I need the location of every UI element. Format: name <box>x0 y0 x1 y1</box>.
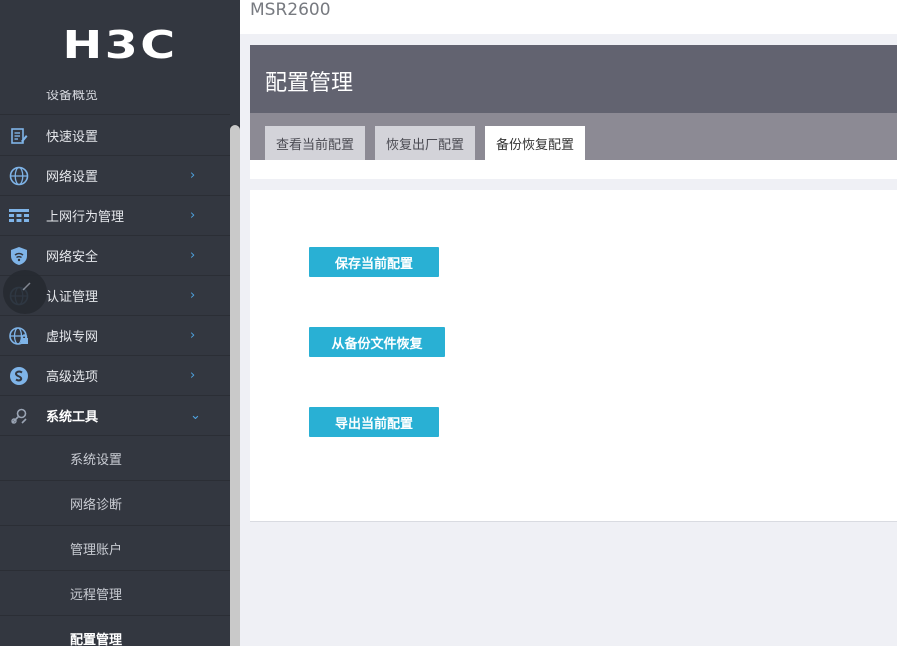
sidebar-subitem-label: 配置管理 <box>70 632 123 646</box>
brand-logo: H3C <box>0 0 240 90</box>
chevron-right-icon: › <box>190 248 196 263</box>
tab-content-strip <box>250 160 897 179</box>
tools-icon <box>9 406 29 426</box>
sidebar-item-system-tools[interactable]: 系统工具 ⌄ <box>0 396 230 436</box>
sidebar: H3C 设备概览 快速设置 网络设置 › 上网行为管理 › 网络安全 › 认证管… <box>0 0 240 646</box>
sidebar-subitem-system-settings[interactable]: 系统设置 <box>0 436 230 481</box>
tab-view-current-config[interactable]: 查看当前配置 <box>265 126 365 160</box>
sidebar-subitem-label: 网络诊断 <box>70 497 123 513</box>
sidebar-nav: 快速设置 网络设置 › 上网行为管理 › 网络安全 › 认证管理 › 虚拟专网 … <box>0 116 230 646</box>
sidebar-item-label: 网络设置 <box>46 170 99 185</box>
vpn-globe-icon <box>9 326 29 346</box>
panel-header: 配置管理 <box>250 45 897 113</box>
sidebar-scrollbar-thumb[interactable] <box>230 125 240 646</box>
tab-factory-reset[interactable]: 恢复出厂配置 <box>375 126 475 160</box>
sidebar-item-partial[interactable]: 设备概览 <box>0 90 230 115</box>
sidebar-item-label: 上网行为管理 <box>46 210 125 225</box>
sidebar-item-vpn[interactable]: 虚拟专网 › <box>0 316 230 356</box>
top-bar: MSR2600 <box>240 0 897 34</box>
sidebar-item-network-settings[interactable]: 网络设置 › <box>0 156 230 196</box>
globe-icon <box>9 166 29 186</box>
sidebar-item-quick-setup[interactable]: 快速设置 <box>0 116 230 156</box>
sidebar-subitem-network-diagnosis[interactable]: 网络诊断 <box>0 481 230 526</box>
sidebar-item-advanced-options[interactable]: 高级选项 › <box>0 356 230 396</box>
page-title: 配置管理 <box>265 71 354 96</box>
export-config-button[interactable]: 导出当前配置 <box>309 407 439 437</box>
product-name: MSR2600 <box>250 0 331 20</box>
tab-label: 恢复出厂配置 <box>385 137 464 153</box>
sidebar-item-behavior-management[interactable]: 上网行为管理 › <box>0 196 230 236</box>
chevron-right-icon: › <box>190 288 196 303</box>
sidebar-collapse-button[interactable] <box>3 270 47 314</box>
chevron-right-icon: › <box>190 368 196 383</box>
tab-bar: 查看当前配置 恢复出厂配置 备份恢复配置 <box>250 113 897 160</box>
save-config-button[interactable]: 保存当前配置 <box>309 247 439 277</box>
chevron-right-icon: › <box>190 208 196 223</box>
restore-from-backup-button[interactable]: 从备份文件恢复 <box>309 327 445 357</box>
sidebar-item-label: 网络安全 <box>46 250 99 265</box>
sidebar-subitem-label: 管理账户 <box>70 542 123 558</box>
shield-wifi-icon <box>9 246 29 266</box>
sidebar-item-label: 高级选项 <box>46 370 99 385</box>
sidebar-item-label: 认证管理 <box>46 290 99 305</box>
chevron-right-icon: › <box>190 168 196 183</box>
content-card: 保存当前配置 从备份文件恢复 导出当前配置 <box>250 190 897 522</box>
advanced-icon <box>9 366 29 386</box>
quick-setup-icon <box>9 126 29 146</box>
chevron-down-icon: ⌄ <box>190 408 201 423</box>
sidebar-item-label: 虚拟专网 <box>46 330 99 345</box>
tab-label: 备份恢复配置 <box>495 137 574 153</box>
logo-text: H3C <box>62 23 178 67</box>
chevron-right-icon: › <box>190 328 196 343</box>
sidebar-subitem-label: 远程管理 <box>70 587 123 603</box>
behavior-grid-icon <box>9 206 29 226</box>
tab-label: 查看当前配置 <box>275 137 354 153</box>
sidebar-item-label: 快速设置 <box>46 130 99 145</box>
sidebar-item-label: 系统工具 <box>46 410 99 425</box>
sidebar-subitem-config-management[interactable]: 配置管理 <box>0 616 230 646</box>
sidebar-subitem-label: 系统设置 <box>70 452 123 468</box>
sidebar-subitem-remote-management[interactable]: 远程管理 <box>0 571 230 616</box>
sidebar-subitem-admin-account[interactable]: 管理账户 <box>0 526 230 571</box>
sidebar-item-label: 设备概览 <box>46 90 99 103</box>
tab-backup-restore[interactable]: 备份恢复配置 <box>485 126 585 160</box>
